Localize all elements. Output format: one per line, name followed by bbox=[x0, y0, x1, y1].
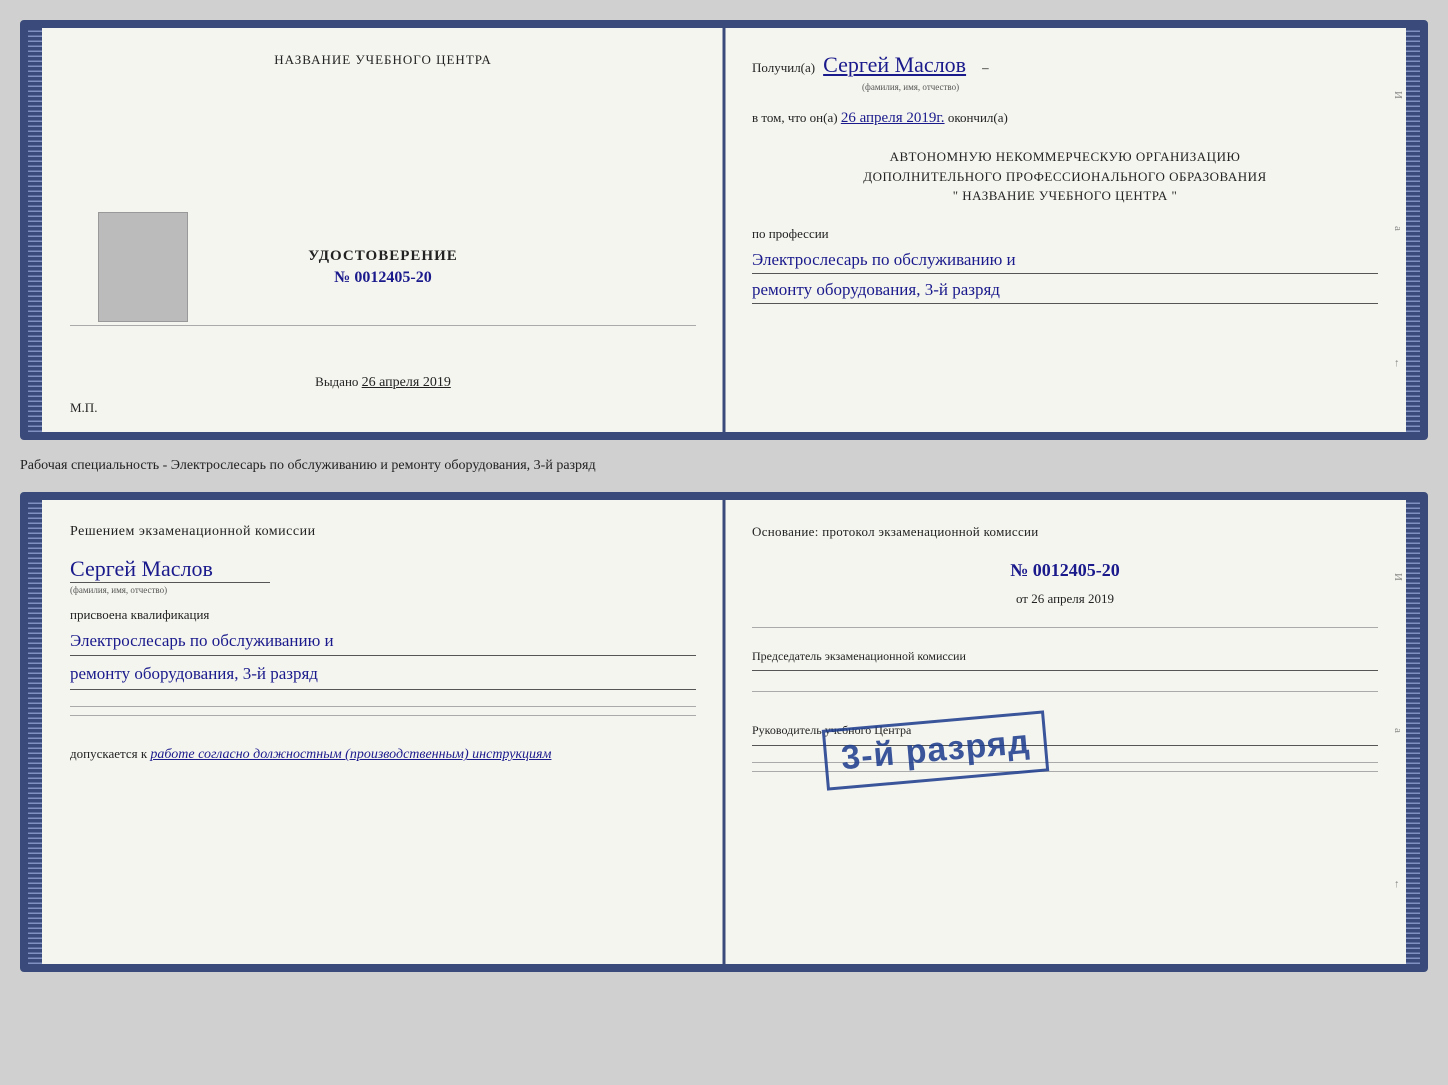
bottom-left-panel: Решением экзаменационной комиссии Сергей… bbox=[42, 500, 724, 964]
bottom-left-texture bbox=[28, 500, 42, 964]
ot-date-block: от 26 апреля 2019 bbox=[752, 591, 1378, 607]
org-line3: " НАЗВАНИЕ УЧЕБНОГО ЦЕНТРА " bbox=[752, 186, 1378, 206]
profession-line1: Электрослесарь по обслуживанию и bbox=[752, 246, 1378, 274]
vtom-label: в том, что он(а) bbox=[752, 110, 838, 125]
prisvoena-label: присвоена квалификация bbox=[70, 607, 696, 623]
right-texture bbox=[1406, 28, 1420, 432]
fio-label-top: (фамилия, имя, отчество) bbox=[862, 82, 1378, 92]
org-block: АВТОНОМНУЮ НЕКОММЕРЧЕСКУЮ ОРГАНИЗАЦИЮ ДО… bbox=[752, 147, 1378, 206]
left-texture bbox=[28, 28, 42, 432]
completion-date: 26 апреля 2019г. bbox=[841, 110, 945, 126]
okončil-label: окончил(а) bbox=[948, 110, 1008, 125]
vydano-label: Выдано bbox=[315, 374, 358, 389]
poluchil-label: Получил(а) bbox=[752, 60, 815, 76]
right-divider2 bbox=[752, 691, 1378, 692]
dopusk-text: работе согласно должностным (производств… bbox=[150, 747, 551, 762]
resheniem-label: Решением экзаменационной комиссии bbox=[70, 524, 696, 540]
bottom-divider1 bbox=[70, 706, 696, 707]
top-right-panel: И а ← Получил(а) Сергей Маслов – (фамили… bbox=[724, 28, 1406, 432]
org-line1: АВТОНОМНУЮ НЕКОММЕРЧЕСКУЮ ОРГАНИЗАЦИЮ bbox=[752, 147, 1378, 167]
qualification-line1: Электрослесарь по обслуживанию и bbox=[70, 627, 696, 657]
udostoverenie-label: УДОСТОВЕРЕНИЕ bbox=[308, 248, 458, 265]
mp-label: М.П. bbox=[70, 400, 97, 415]
certificate-number: № 0012405-20 bbox=[308, 269, 458, 287]
predsedatel-sig-line bbox=[752, 670, 1378, 671]
top-left-panel: НАЗВАНИЕ УЧЕБНОГО ЦЕНТРА УДОСТОВЕРЕНИЕ №… bbox=[42, 28, 724, 432]
recipient-name: Сергей Маслов bbox=[823, 52, 966, 78]
bottom-fio-label: (фамилия, имя, отчество) bbox=[70, 585, 696, 595]
photo-placeholder bbox=[98, 212, 188, 322]
vert-text-right: И а ← bbox=[1392, 28, 1404, 432]
bottom-vert-text: И а ← bbox=[1392, 500, 1404, 964]
po-professii-label: по профессии bbox=[752, 226, 1378, 242]
top-certificate-card: НАЗВАНИЕ УЧЕБНОГО ЦЕНТРА УДОСТОВЕРЕНИЕ №… bbox=[20, 20, 1428, 440]
between-label: Рабочая специальность - Электрослесарь п… bbox=[20, 452, 1428, 480]
predsedatel-label: Председатель экзаменационной комиссии bbox=[752, 649, 966, 663]
osnovanie-label: Основание: протокол экзаменационной коми… bbox=[752, 524, 1378, 540]
predsedatel-block: Председатель экзаменационной комиссии bbox=[752, 648, 1378, 672]
protocol-number: № 0012405-20 bbox=[752, 560, 1378, 581]
dopuskaetsya-label: допускается к bbox=[70, 746, 147, 761]
right-divider1 bbox=[752, 627, 1378, 628]
qualification-line2: ремонту оборудования, 3-й разряд bbox=[70, 660, 696, 690]
org-line2: ДОПОЛНИТЕЛЬНОГО ПРОФЕССИОНАЛЬНОГО ОБРАЗО… bbox=[752, 167, 1378, 187]
stamp-text: 3-й разряд bbox=[840, 722, 1032, 777]
ot-label: от bbox=[1016, 591, 1028, 606]
bottom-right-texture bbox=[1406, 500, 1420, 964]
bottom-certificate-card: Решением экзаменационной комиссии Сергей… bbox=[20, 492, 1428, 972]
bottom-recipient-name: Сергей Маслов bbox=[70, 556, 270, 583]
ot-date: 26 апреля 2019 bbox=[1031, 591, 1114, 606]
vydano-block: Выдано 26 апреля 2019 bbox=[315, 374, 451, 391]
bottom-divider2 bbox=[70, 715, 696, 716]
vydano-date: 26 апреля 2019 bbox=[362, 375, 451, 390]
vtom-block: в том, что он(а) 26 апреля 2019г. окончи… bbox=[752, 110, 1378, 127]
bottom-right-panel: И а ← Основание: протокол экзаменационно… bbox=[724, 500, 1406, 964]
school-title-top: НАЗВАНИЕ УЧЕБНОГО ЦЕНТРА bbox=[274, 52, 491, 68]
profession-line2: ремонту оборудования, 3-й разряд bbox=[752, 276, 1378, 304]
dopuskaetsya-block: допускается к работе согласно должностны… bbox=[70, 746, 696, 763]
page-wrapper: НАЗВАНИЕ УЧЕБНОГО ЦЕНТРА УДОСТОВЕРЕНИЕ №… bbox=[20, 20, 1428, 972]
divider1 bbox=[70, 325, 696, 326]
